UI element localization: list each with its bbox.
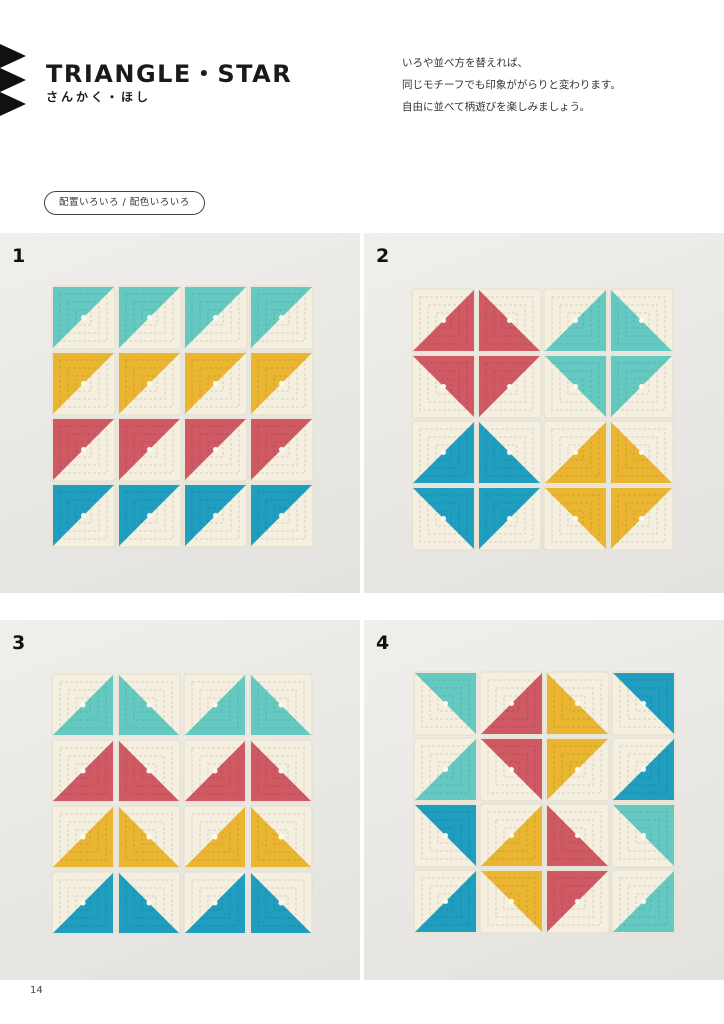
crochet-square <box>183 417 248 482</box>
intro-line: 自由に並べて柄遊びを楽しみましょう。 <box>402 101 590 113</box>
intro-text: いろや並べ方を替えれば、 同じモチーフでも印象ががらりと変わります。 自由に並べ… <box>402 52 702 118</box>
crochet-square <box>249 483 314 548</box>
crochet-square <box>479 737 544 802</box>
crochet-square <box>183 483 248 548</box>
category-tag: 配置いろいろ / 配色いろいろ <box>44 191 205 215</box>
panel-number: 1 <box>12 245 26 267</box>
crochet-square <box>479 869 544 934</box>
crochet-square <box>609 288 674 353</box>
crochet-square <box>611 671 676 736</box>
panel-number: 2 <box>376 245 390 267</box>
intro-line: いろや並べ方を替えれば、 <box>402 57 528 69</box>
crochet-square <box>477 288 542 353</box>
crochet-square <box>117 351 182 416</box>
crochet-square <box>183 351 248 416</box>
crochet-square <box>545 671 610 736</box>
crochet-square <box>609 486 674 551</box>
crochet-arrangement-2 <box>411 288 674 551</box>
page-title: TRIANGLE・STAR <box>46 60 293 88</box>
crochet-square <box>117 871 181 935</box>
crochet-square <box>51 417 116 482</box>
crochet-square <box>249 805 313 869</box>
crochet-square <box>249 673 313 737</box>
crochet-square <box>411 486 476 551</box>
crochet-square <box>477 486 542 551</box>
panel-number: 3 <box>12 632 26 654</box>
crochet-square <box>411 420 476 485</box>
crochet-square <box>117 739 181 803</box>
crochet-square <box>543 486 608 551</box>
crochet-square <box>249 739 313 803</box>
crochet-arrangement-1 <box>51 285 314 548</box>
crochet-square <box>51 871 115 935</box>
panel-4: 4 <box>364 620 724 980</box>
crochet-square <box>609 354 674 419</box>
crochet-square <box>479 671 544 736</box>
crochet-square <box>545 869 610 934</box>
crochet-square <box>183 285 248 350</box>
crochet-square <box>249 417 314 482</box>
crochet-square <box>183 805 247 869</box>
crochet-square <box>411 354 476 419</box>
crochet-square <box>51 483 116 548</box>
panel-number: 4 <box>376 632 390 654</box>
crochet-square <box>117 673 181 737</box>
crochet-square <box>51 673 115 737</box>
crochet-square <box>477 354 542 419</box>
crochet-square <box>183 871 247 935</box>
crochet-square <box>413 803 478 868</box>
crochet-square <box>611 737 676 802</box>
crochet-square <box>51 285 116 350</box>
crochet-square <box>183 673 247 737</box>
crochet-square <box>545 737 610 802</box>
crochet-square <box>117 483 182 548</box>
crochet-square <box>413 737 478 802</box>
crochet-square <box>543 420 608 485</box>
crochet-square <box>543 354 608 419</box>
crochet-square <box>477 420 542 485</box>
crochet-square <box>117 285 182 350</box>
crochet-square <box>611 869 676 934</box>
triangle-marks-icon <box>0 44 26 116</box>
crochet-square <box>413 671 478 736</box>
crochet-arrangement-4 <box>413 671 676 934</box>
page-subtitle: さんかく・ほし <box>46 90 152 104</box>
intro-line: 同じモチーフでも印象ががらりと変わります。 <box>402 79 621 91</box>
crochet-square <box>543 288 608 353</box>
crochet-arrangement-3 <box>51 673 313 935</box>
panel-3: 3 <box>0 620 360 980</box>
crochet-square <box>545 803 610 868</box>
crochet-square <box>611 803 676 868</box>
page-number: 14 <box>30 985 43 996</box>
crochet-square <box>249 351 314 416</box>
crochet-square <box>117 417 182 482</box>
crochet-square <box>51 805 115 869</box>
crochet-square <box>117 805 181 869</box>
crochet-square <box>51 351 116 416</box>
panel-1: 1 <box>0 233 360 593</box>
crochet-square <box>183 739 247 803</box>
crochet-square <box>249 285 314 350</box>
crochet-square <box>411 288 476 353</box>
crochet-square <box>51 739 115 803</box>
panel-2: 2 <box>364 233 724 593</box>
crochet-square <box>413 869 478 934</box>
crochet-square <box>479 803 544 868</box>
crochet-square <box>249 871 313 935</box>
crochet-square <box>609 420 674 485</box>
